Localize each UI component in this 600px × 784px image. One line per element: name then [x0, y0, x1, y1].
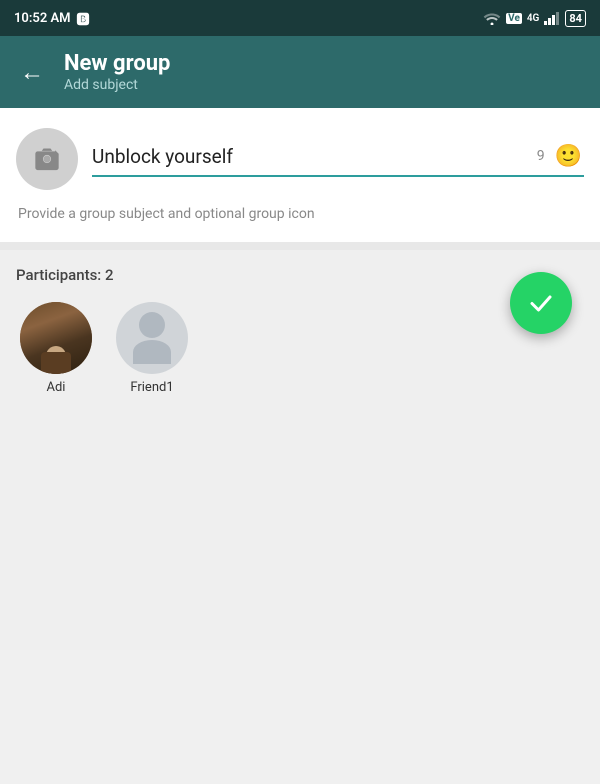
participants-grid: Adi Friend1 — [16, 302, 584, 395]
group-setup-row: 9 🙂 — [16, 128, 584, 196]
back-arrow-icon: ← — [20, 58, 44, 87]
check-icon — [526, 288, 556, 318]
signal-bars-icon — [544, 11, 560, 25]
default-avatar-silhouette — [133, 312, 171, 364]
content-area: 9 🙂 Provide a group subject and optional… — [0, 108, 600, 242]
participant-avatar-adi[interactable] — [20, 302, 92, 374]
group-icon-button[interactable] — [16, 128, 78, 190]
back-button[interactable]: ← — [16, 56, 48, 88]
app-bar-title-section: New group Add subject — [64, 51, 170, 93]
emoji-button[interactable]: 🙂 — [553, 141, 584, 171]
status-bar-left: 10:52 AM 🅱 — [14, 9, 90, 28]
notification-icon: 🅱 — [77, 9, 90, 28]
page-subtitle: Add subject — [64, 77, 170, 93]
battery-indicator: 84 — [565, 10, 586, 27]
signal-ve-icon: Ve — [506, 13, 522, 24]
status-bar-right: Ve 4G 84 — [483, 10, 586, 27]
helper-text: Provide a group subject and optional gro… — [16, 206, 584, 222]
section-divider — [0, 242, 600, 250]
status-bar: 10:52 AM 🅱 Ve 4G 84 — [0, 0, 600, 36]
wifi-icon — [483, 11, 501, 25]
silhouette-head — [139, 312, 165, 338]
char-count: 9 — [529, 148, 545, 164]
signal-4g-icon: 4G — [527, 13, 540, 24]
silhouette-body — [133, 340, 171, 364]
participant-item-friend1: Friend1 — [116, 302, 188, 395]
group-name-input-wrapper: 9 🙂 — [92, 141, 584, 177]
app-bar: ← New group Add subject — [0, 36, 600, 108]
participant-item-adi: Adi — [20, 302, 92, 395]
group-name-input[interactable] — [92, 145, 521, 168]
time-display: 10:52 AM — [14, 11, 71, 26]
participants-label: Participants: 2 — [16, 266, 584, 284]
participant-name-friend1: Friend1 — [130, 380, 173, 395]
emoji-icon: 🙂 — [555, 143, 582, 169]
participant-avatar-friend1[interactable] — [116, 302, 188, 374]
participant-name-adi: Adi — [47, 380, 66, 395]
confirm-fab[interactable] — [510, 272, 572, 334]
page-title: New group — [64, 51, 170, 77]
camera-icon — [33, 145, 61, 173]
